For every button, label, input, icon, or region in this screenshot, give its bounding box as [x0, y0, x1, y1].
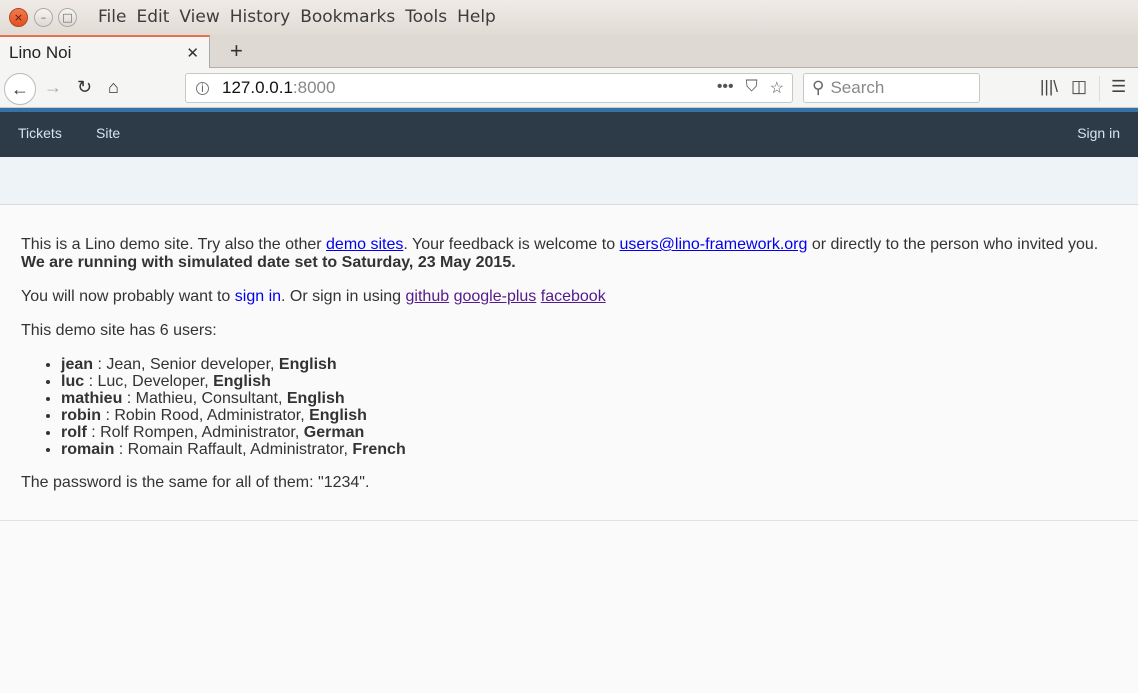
- list-item: mathieu : Mathieu, Consultant, English: [61, 390, 1121, 407]
- pocket-icon[interactable]: ⛉: [746, 78, 758, 98]
- sidebar-icon[interactable]: ◫: [1071, 77, 1087, 97]
- sign-in-link[interactable]: Sign in: [1077, 125, 1120, 141]
- username: rolf: [61, 424, 87, 441]
- menu-bookmarks[interactable]: Bookmarks: [300, 7, 395, 27]
- url-bar[interactable]: i 127.0.0.1:8000 ••• ⛉ ☆: [185, 73, 793, 103]
- window-maximize-button[interactable]: □: [58, 8, 77, 27]
- user-lang: English: [309, 407, 367, 424]
- tab-bar: Lino Noi ✕ +: [0, 35, 1138, 69]
- menu-edit[interactable]: Edit: [136, 7, 169, 27]
- text: You will now probably want to: [21, 288, 235, 305]
- users-intro: This demo site has 6 users:: [21, 322, 217, 339]
- footer-divider: [0, 520, 1138, 521]
- list-item: luc : Luc, Developer, English: [61, 373, 1121, 390]
- window-close-button[interactable]: ×: [9, 8, 28, 27]
- username: mathieu: [61, 390, 123, 407]
- user-desc: : Robin Rood, Administrator,: [101, 407, 310, 424]
- username: romain: [61, 441, 115, 458]
- text: or directly to the person who invited yo…: [807, 236, 1099, 253]
- text: . Or sign in using: [281, 288, 406, 305]
- tab-active[interactable]: Lino Noi ✕: [0, 35, 210, 69]
- user-lang: English: [286, 390, 345, 407]
- user-lang: German: [303, 424, 365, 441]
- hamburger-menu-icon[interactable]: ☰: [1111, 77, 1126, 97]
- username: robin: [61, 407, 101, 424]
- search-input[interactable]: ⚲ Search: [803, 73, 980, 103]
- nav-tickets[interactable]: Tickets: [18, 125, 62, 141]
- url-port: :8000: [292, 78, 336, 97]
- demo-sites-link[interactable]: demo sites: [326, 236, 403, 253]
- intro-paragraph: This is a Lino demo site. Try also the o…: [21, 236, 1121, 272]
- app-navbar: Tickets Site Sign in: [0, 112, 1138, 157]
- navigation-toolbar: ← → ↻ ⌂ i 127.0.0.1:8000 ••• ⛉ ☆ ⚲ Searc…: [0, 68, 1138, 108]
- new-tab-icon[interactable]: +: [230, 38, 243, 64]
- list-item: romain : Romain Raffault, Administrator,…: [61, 441, 1121, 458]
- window-minimize-button[interactable]: –: [34, 8, 53, 27]
- user-desc: : Mathieu, Consultant,: [122, 390, 287, 407]
- reload-icon[interactable]: ↻: [77, 77, 92, 98]
- search-placeholder: Search: [830, 78, 885, 97]
- text: This is a Lino demo site. Try also the o…: [21, 236, 327, 253]
- user-lang: English: [278, 356, 337, 373]
- window-titlebar: × – □ File Edit View History Bookmarks T…: [0, 0, 1138, 35]
- menu-tools[interactable]: Tools: [405, 7, 447, 27]
- github-link[interactable]: github: [406, 288, 450, 305]
- more-actions-icon[interactable]: •••: [717, 78, 734, 98]
- search-icon: ⚲: [812, 78, 825, 97]
- nav-site[interactable]: Site: [96, 125, 120, 141]
- sign-in-inline-link[interactable]: sign in: [235, 288, 281, 305]
- password-note: The password is the same for all of them…: [21, 474, 370, 491]
- user-lang: English: [213, 373, 271, 390]
- google-plus-link[interactable]: google-plus: [454, 288, 537, 305]
- user-desc: : Luc, Developer,: [84, 373, 214, 390]
- menu-file[interactable]: File: [98, 7, 126, 27]
- username: luc: [61, 373, 85, 390]
- facebook-link[interactable]: facebook: [541, 288, 606, 305]
- user-desc: : Jean, Senior developer,: [93, 356, 279, 373]
- menu-help[interactable]: Help: [457, 7, 496, 27]
- back-icon[interactable]: ←: [4, 73, 36, 105]
- username: jean: [61, 356, 94, 373]
- url-host: 127.0.0.1: [222, 78, 293, 97]
- list-item: robin : Robin Rood, Administrator, Engli…: [61, 407, 1121, 424]
- main-content: This is a Lino demo site. Try also the o…: [21, 236, 1121, 508]
- home-icon[interactable]: ⌂: [108, 77, 119, 98]
- user-desc: : Romain Raffault, Administrator,: [114, 441, 353, 458]
- text: . Your feedback is welcome to: [403, 236, 620, 253]
- sign-in-paragraph: You will now probably want to sign in. O…: [21, 288, 1121, 306]
- list-item: rolf : Rolf Rompen, Administrator, Germa…: [61, 424, 1121, 441]
- close-tab-icon[interactable]: ✕: [186, 44, 199, 62]
- email-link[interactable]: users@lino-framework.org: [620, 236, 808, 253]
- user-lang: French: [352, 441, 406, 458]
- simulated-date-notice: We are running with simulated date set t…: [21, 254, 516, 271]
- menu-view[interactable]: View: [179, 7, 219, 27]
- user-desc: : Rolf Rompen, Administrator,: [86, 424, 304, 441]
- menu-history[interactable]: History: [230, 7, 290, 27]
- menu-bar: File Edit View History Bookmarks Tools H…: [98, 7, 506, 27]
- user-list: jean : Jean, Senior developer, English l…: [61, 356, 1121, 458]
- tab-title: Lino Noi: [9, 43, 72, 62]
- info-icon[interactable]: i: [196, 81, 209, 95]
- bookmark-star-icon[interactable]: ☆: [770, 78, 784, 98]
- header-band: [0, 157, 1138, 205]
- library-icon[interactable]: |||\: [1040, 77, 1058, 97]
- list-item: jean : Jean, Senior developer, English: [61, 356, 1121, 373]
- forward-icon[interactable]: →: [44, 77, 62, 98]
- toolbar-divider: [1099, 76, 1100, 102]
